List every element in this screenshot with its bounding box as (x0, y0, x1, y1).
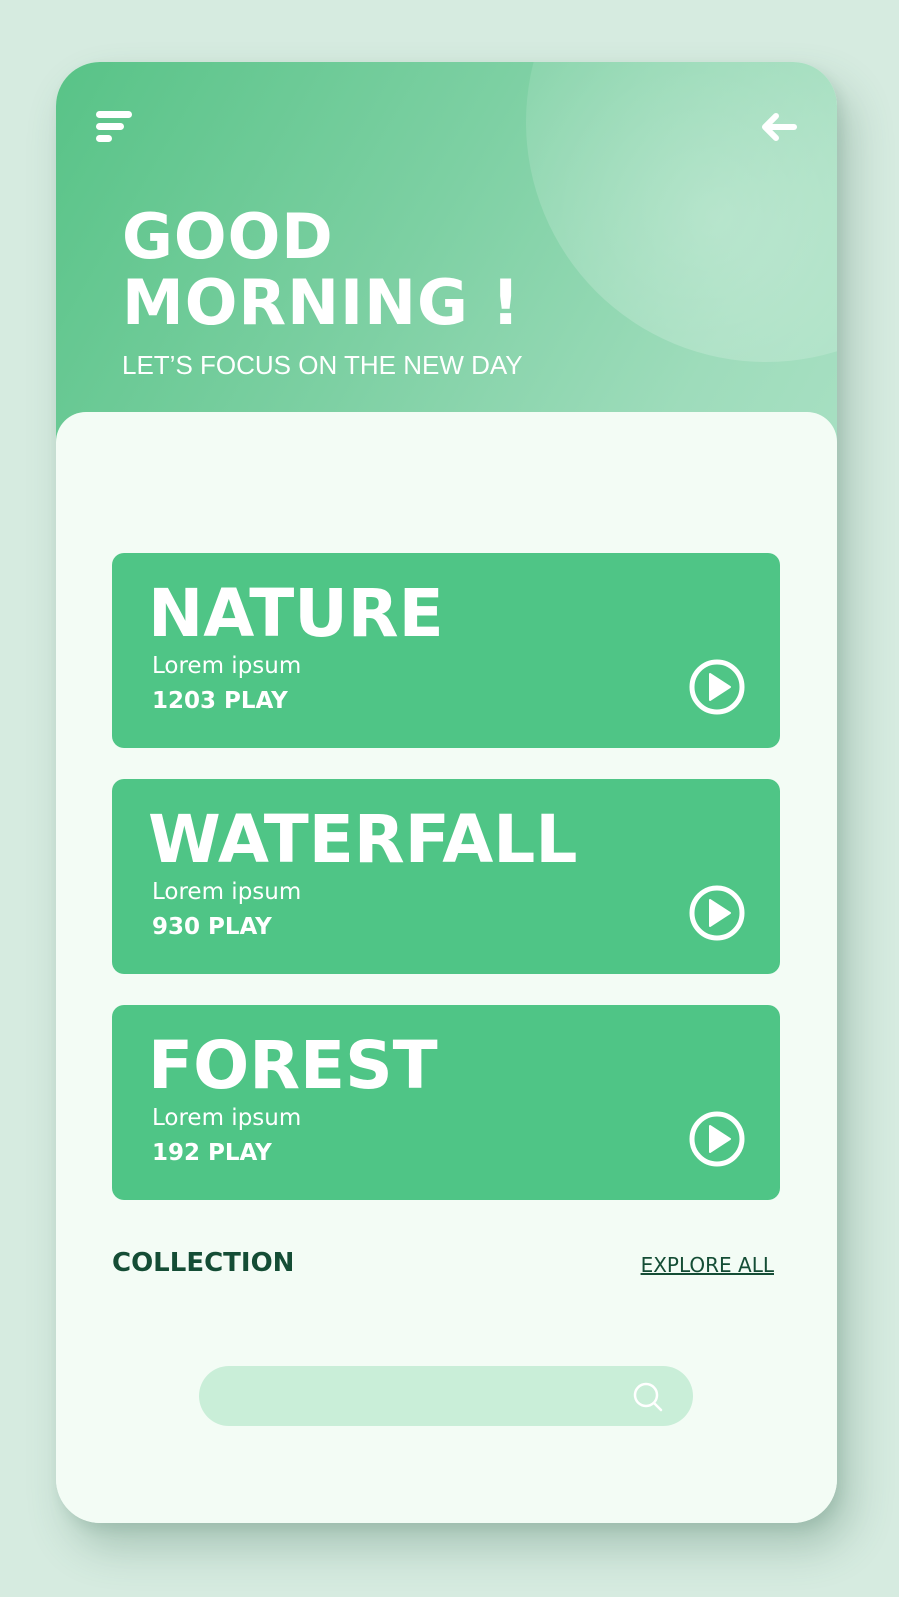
arrow-left-icon[interactable] (758, 110, 800, 144)
header-decoration (526, 62, 837, 362)
card-description: Lorem ipsum (152, 653, 302, 679)
collection-header: COLLECTION EXPLORE ALL (112, 1244, 774, 1284)
search-input[interactable] (225, 1366, 609, 1428)
greeting-subtitle: LET’S FOCUS ON THE NEW DAY (122, 350, 523, 380)
card-play-count: 1203 PLAY (152, 688, 288, 714)
section-title: COLLECTION (112, 1248, 295, 1278)
card-description: Lorem ipsum (152, 879, 302, 905)
card-title: WATERFALL (148, 801, 578, 878)
greeting-line-1: GOOD (122, 200, 334, 273)
play-circle-icon[interactable] (688, 1110, 746, 1168)
content-panel: NATURE Lorem ipsum 1203 PLAY WATERFALL L… (56, 412, 837, 1523)
search-icon[interactable] (631, 1380, 665, 1414)
search-bar[interactable] (199, 1366, 693, 1428)
card-title: FOREST (148, 1027, 438, 1104)
category-card-forest[interactable]: FOREST Lorem ipsum 192 PLAY (112, 1005, 780, 1200)
menu-icon[interactable] (96, 110, 136, 146)
explore-all-link[interactable]: EXPLORE ALL (641, 1253, 774, 1277)
category-card-waterfall[interactable]: WATERFALL Lorem ipsum 930 PLAY (112, 779, 780, 974)
card-title: NATURE (148, 575, 444, 652)
play-circle-icon[interactable] (688, 884, 746, 942)
card-description: Lorem ipsum (152, 1105, 302, 1131)
play-circle-icon[interactable] (688, 658, 746, 716)
phone-screen: GOOD MORNING ! LET’S FOCUS ON THE NEW DA… (56, 62, 837, 1523)
greeting-title: GOOD MORNING ! (122, 204, 521, 336)
card-play-count: 930 PLAY (152, 914, 272, 940)
greeting-line-2: MORNING ! (122, 266, 521, 339)
category-card-nature[interactable]: NATURE Lorem ipsum 1203 PLAY (112, 553, 780, 748)
card-play-count: 192 PLAY (152, 1140, 272, 1166)
